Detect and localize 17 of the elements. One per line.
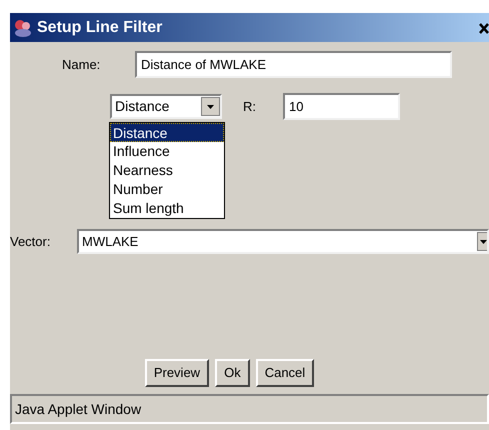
- dropdown-option[interactable]: Distance: [110, 123, 224, 142]
- dropdown-option[interactable]: Influence: [110, 142, 224, 161]
- dropdown-option[interactable]: Sum length: [110, 199, 224, 218]
- dialog-button[interactable]: Preview: [144, 359, 210, 387]
- vector-dropdown[interactable]: MWLAKE: [77, 229, 489, 254]
- r-field[interactable]: 10: [283, 93, 400, 120]
- name-label: Name:: [62, 56, 102, 74]
- dialog-button[interactable]: Ok: [215, 359, 250, 387]
- dropdown-option[interactable]: Number: [110, 180, 224, 199]
- dropdown-option[interactable]: Nearness: [110, 161, 224, 180]
- status-bar: Java Applet Window: [10, 394, 489, 424]
- r-label: R:: [243, 98, 257, 116]
- dialog-button[interactable]: Cancel: [256, 359, 314, 387]
- name-field[interactable]: Distance of MWLAKE: [135, 51, 452, 78]
- measure-dropdown[interactable]: Distance: [110, 94, 222, 119]
- window-title: Setup Line Filter: [37, 18, 162, 38]
- vector-label: Vector:: [10, 232, 52, 251]
